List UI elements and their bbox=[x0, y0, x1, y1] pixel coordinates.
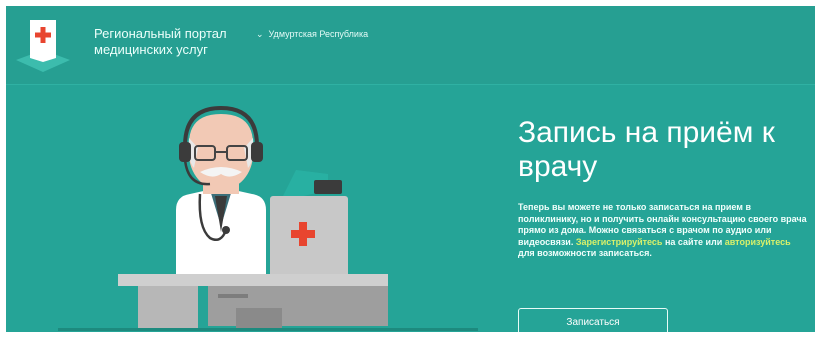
region-selector[interactable]: ⌄ Удмуртская Республика bbox=[256, 28, 368, 40]
desk-drawer-handle bbox=[218, 294, 248, 298]
register-link[interactable]: Зарегистрируйтесь bbox=[576, 237, 663, 247]
portal-title[interactable]: Региональный портал медицинских услуг bbox=[94, 26, 254, 58]
doctor-at-desk-illustration bbox=[58, 105, 478, 331]
glasses-bridge bbox=[215, 151, 227, 153]
desk-top bbox=[118, 274, 388, 286]
hero-description: Теперь вы можете не только записаться на… bbox=[518, 202, 808, 260]
stethoscope-chest-piece bbox=[222, 226, 230, 234]
hero-text-part2: на сайте или bbox=[662, 236, 725, 247]
region-label: Удмуртская Республика bbox=[268, 29, 369, 39]
doctor-chair bbox=[236, 308, 282, 328]
desk-front bbox=[208, 286, 388, 326]
desk-side bbox=[138, 286, 198, 328]
webcam bbox=[314, 180, 342, 194]
headset-right-ear bbox=[251, 142, 263, 162]
book-appointment-button[interactable]: Записаться bbox=[518, 308, 668, 332]
headset-left-ear bbox=[179, 142, 191, 162]
laptop-cross-h bbox=[291, 230, 315, 238]
floor-line bbox=[58, 328, 478, 331]
chevron-down-icon: ⌄ bbox=[256, 28, 264, 39]
hero-title: Запись на приём к врачу bbox=[518, 116, 775, 183]
portal-logo[interactable] bbox=[16, 16, 70, 74]
medical-cross-logo-icon bbox=[16, 20, 70, 72]
page-frame: Региональный портал медицинских услуг ⌄ … bbox=[6, 6, 815, 332]
hero-text-part3: для возможности записаться. bbox=[518, 248, 652, 258]
authorize-link[interactable]: авторизуйтесь bbox=[725, 237, 791, 247]
site-header: Региональный портал медицинских услуг ⌄ … bbox=[6, 6, 815, 85]
